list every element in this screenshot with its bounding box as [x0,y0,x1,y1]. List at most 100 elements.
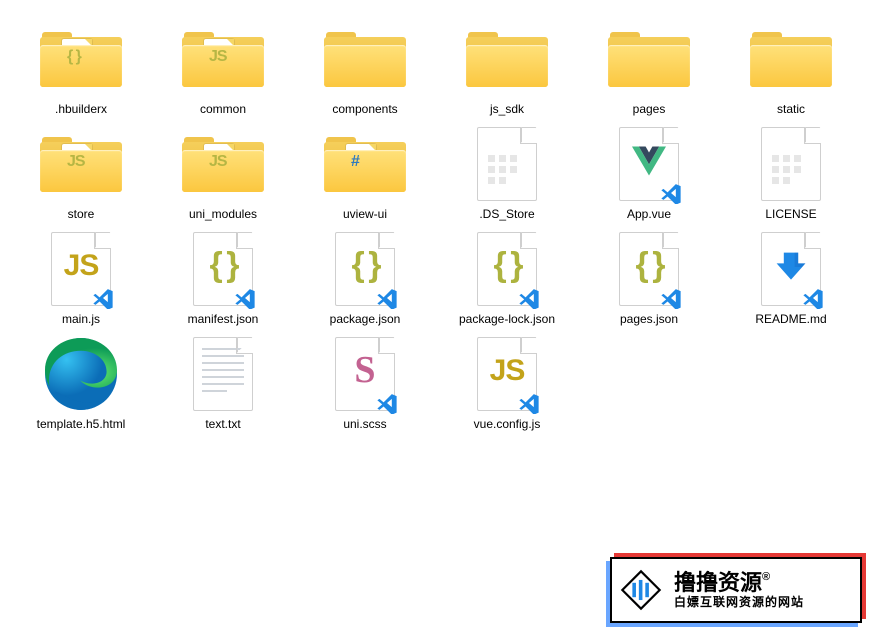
icon-wrap [315,22,415,96]
vscode-badge-icon [660,287,682,309]
file-label: .DS_Store [479,207,534,222]
icon-wrap [173,337,273,411]
folder-icon [750,31,832,87]
icon-wrap: { } [315,232,415,306]
vscode-badge-icon [376,392,398,414]
file-item[interactable]: README.md [720,228,862,333]
icon-wrap [741,127,841,201]
file-label: pages [633,102,666,117]
vscode-badge-icon [518,287,540,309]
file-label: components [332,102,397,117]
file-label: static [777,102,805,117]
icon-wrap: { } [31,22,131,96]
file-item[interactable]: App.vue [578,123,720,228]
icon-wrap: # [315,127,415,201]
file-item[interactable]: { } package.json [294,228,436,333]
file-item[interactable]: JS main.js [10,228,152,333]
json-file-icon: { } [335,232,395,306]
file-item[interactable]: js_sdk [436,18,578,123]
folder-icon [466,31,548,87]
icon-wrap: JS [173,127,273,201]
folder-badge: JS [67,153,85,171]
file-icon [477,127,537,201]
folder-badge: JS [209,48,227,66]
icon-wrap: { } [173,232,273,306]
js-file-icon: JS [477,337,537,411]
file-item[interactable]: { } .hbuilderx [10,18,152,123]
folder-icon: # [324,136,406,192]
file-item[interactable]: { } pages.json [578,228,720,333]
file-label: package.json [330,312,401,327]
vscode-badge-icon [92,287,114,309]
watermark-logo-icon [618,567,664,613]
txt-file-icon [193,337,253,411]
file-item[interactable]: JS uni_modules [152,123,294,228]
file-label: uview-ui [343,207,387,222]
file-label: manifest.json [188,312,259,327]
scss-file-icon: S [335,337,395,411]
file-item[interactable]: LICENSE [720,123,862,228]
file-item[interactable]: static [720,18,862,123]
watermark-subtitle: 白嫖互联网资源的网站 [674,596,804,609]
js-file-icon: JS [51,232,111,306]
icon-wrap [741,22,841,96]
file-label: LICENSE [765,207,816,222]
icon-wrap: JS [31,232,131,306]
file-label: uni.scss [343,417,386,432]
icon-wrap [31,337,131,411]
watermark-text: 撸撸资源® 白嫖互联网资源的网站 [674,571,804,608]
file-item[interactable]: text.txt [152,333,294,438]
vue-file-icon [619,127,679,201]
file-label: js_sdk [490,102,524,117]
edge-icon [41,334,121,414]
icon-wrap [457,22,557,96]
icon-wrap: { } [599,232,699,306]
folder-badge: JS [209,153,227,171]
watermark-title: 撸撸资源® [674,571,804,595]
file-label: vue.config.js [474,417,541,432]
file-label: .hbuilderx [55,102,107,117]
file-item[interactable]: .DS_Store [436,123,578,228]
file-item[interactable]: JS store [10,123,152,228]
file-grid: { }.hbuilderxJScommoncomponentsjs_sdkpag… [10,18,866,438]
icon-wrap: { } [457,232,557,306]
file-item[interactable]: { } package-lock.json [436,228,578,333]
file-label: text.txt [205,417,240,432]
folder-icon [324,31,406,87]
file-item[interactable]: JScommon [152,18,294,123]
file-label: package-lock.json [459,312,555,327]
md-file-icon [761,232,821,306]
vscode-badge-icon [802,287,824,309]
file-item[interactable]: JS vue.config.js [436,333,578,438]
file-label: pages.json [620,312,678,327]
folder-badge: # [351,153,359,171]
file-label: main.js [62,312,100,327]
icon-wrap [457,127,557,201]
file-item[interactable]: { } manifest.json [152,228,294,333]
folder-icon: JS [182,136,264,192]
icon-wrap: S [315,337,415,411]
file-item[interactable]: Suni.scss [294,333,436,438]
vscode-badge-icon [234,287,256,309]
file-label: App.vue [627,207,671,222]
watermark-box: 撸撸资源® 白嫖互联网资源的网站 [610,557,862,623]
file-label: uni_modules [189,207,257,222]
folder-icon: JS [182,31,264,87]
json-file-icon: { } [619,232,679,306]
icon-wrap: JS [31,127,131,201]
folder-icon: { } [40,31,122,87]
folder-icon [608,31,690,87]
vscode-badge-icon [376,287,398,309]
icon-wrap: JS [173,22,273,96]
json-file-icon: { } [193,232,253,306]
file-item[interactable]: pages [578,18,720,123]
file-item[interactable]: components [294,18,436,123]
vscode-badge-icon [518,392,540,414]
file-item[interactable]: # uview-ui [294,123,436,228]
json-file-icon: { } [477,232,537,306]
icon-wrap: JS [457,337,557,411]
icon-wrap [599,22,699,96]
file-label: store [68,207,95,222]
vscode-badge-icon [660,182,682,204]
file-item[interactable]: template.h5.html [10,333,152,438]
